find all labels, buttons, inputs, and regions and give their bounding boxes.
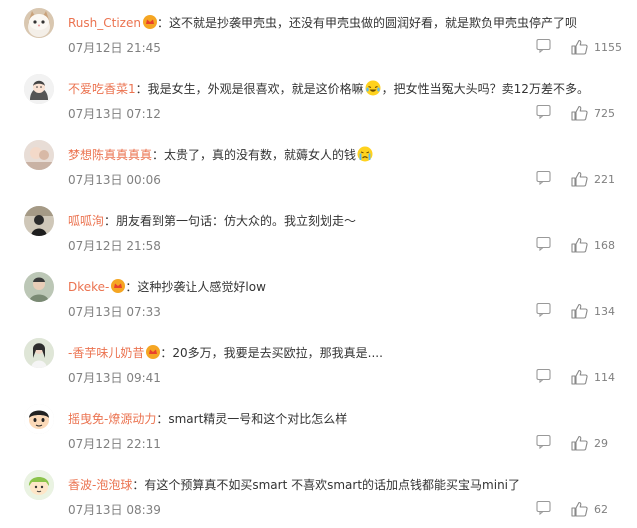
like-count: 1155 [594, 40, 622, 54]
comment-item: 摇曳免-燎源动力：smart精灵一号和这个对比怎么样 07月12日 22:11 … [0, 396, 637, 462]
cartoon-boy-avatar-icon [24, 404, 54, 434]
like-button[interactable]: 1155 [571, 38, 622, 56]
dark-figure-avatar-icon [24, 206, 54, 236]
vip-crown-icon [111, 279, 126, 293]
username-link[interactable]: Rush_Ctizen [68, 16, 141, 30]
girl-drawing-avatar-icon [24, 74, 54, 104]
like-button[interactable]: 114 [571, 368, 615, 386]
like-button[interactable]: 221 [571, 170, 615, 188]
cat-avatar-icon [24, 8, 54, 38]
thumbs-up-icon [571, 303, 588, 319]
comment-item: 梦想陈真真真真：太贵了，真的没有数，就薅女人的钱 07月13日 00:06 22… [0, 132, 637, 198]
comment-text: 我是女生，外观是很喜欢，就是这价格嘛 [147, 82, 364, 96]
reply-icon[interactable] [536, 500, 551, 515]
thumbs-up-icon [571, 369, 588, 385]
like-button[interactable]: 134 [571, 302, 615, 320]
thumbs-up-icon [571, 237, 588, 253]
like-button[interactable]: 29 [571, 434, 608, 452]
reply-icon[interactable] [536, 434, 551, 449]
thumbs-up-icon [571, 105, 588, 121]
reply-icon[interactable] [536, 38, 551, 53]
comment-text: 这种抄袭让人感觉好low [137, 280, 266, 294]
username-link[interactable]: -香芋味儿奶昔 [68, 346, 144, 360]
comment-time: 07月13日 00:06 [68, 173, 161, 187]
reply-icon[interactable] [536, 236, 551, 251]
username-link[interactable]: 梦想陈真真真真 [68, 148, 152, 162]
avatar[interactable] [24, 470, 54, 500]
vip-crown-icon [142, 15, 157, 29]
like-count: 114 [594, 370, 615, 384]
comment-item: -香芋味儿奶昔 ：20多万，我要是去买欧拉，那我真是.... 07月13日 09:… [0, 330, 637, 396]
like-count: 168 [594, 238, 615, 252]
comment-text-continued: ，把女性当冤大头吗？卖12万差不多。 [381, 82, 589, 96]
like-count: 725 [594, 106, 615, 120]
thumbs-up-icon [571, 435, 588, 451]
like-button[interactable]: 725 [571, 104, 615, 122]
like-button[interactable]: 62 [571, 500, 608, 518]
comment-time: 07月13日 07:12 [68, 107, 161, 121]
avatar[interactable] [24, 74, 54, 104]
photo-avatar-icon [24, 140, 54, 170]
crying-emoji [357, 146, 373, 162]
comment-text: 20多万，我要是去买欧拉，那我真是.... [172, 346, 383, 360]
comment-time: 07月12日 21:45 [68, 41, 161, 55]
cartoon-girl-avatar-icon [24, 470, 54, 500]
laughing-crying-emoji [365, 80, 381, 96]
thumbs-up-icon [571, 501, 588, 517]
thumbs-up-icon [571, 39, 588, 55]
comment-item: 香波-泡泡球：有这个预算真不如买smart 不喜欢smart的话加点钱都能买宝马… [0, 462, 637, 528]
avatar[interactable] [24, 272, 54, 302]
girl-photo-avatar-icon [24, 338, 54, 368]
comment-time: 07月12日 21:58 [68, 239, 161, 253]
comment-time: 07月13日 08:39 [68, 503, 161, 517]
reply-icon[interactable] [536, 104, 551, 119]
avatar[interactable] [24, 8, 54, 38]
username-link[interactable]: Dkeke- [68, 280, 109, 294]
comment-time: 07月12日 22:11 [68, 437, 161, 451]
username-link[interactable]: 摇曳免-燎源动力 [68, 412, 156, 426]
comment-item: 不爱吃香菜1：我是女生，外观是很喜欢，就是这价格嘛 ，把女性当冤大头吗？卖12万差… [0, 66, 637, 132]
comment-list: Rush_Ctizen ：这不就是抄袭甲壳虫，还没有甲壳虫做的圆润好看，就是欺负甲… [0, 0, 637, 520]
reply-icon[interactable] [536, 368, 551, 383]
comment-item: Dkeke- ：这种抄袭让人感觉好low 07月13日 07:33 134 [0, 264, 637, 330]
person-avatar-icon [24, 272, 54, 302]
reply-icon[interactable] [536, 170, 551, 185]
username-link[interactable]: 香波-泡泡球 [68, 478, 132, 492]
avatar[interactable] [24, 140, 54, 170]
like-count: 29 [594, 436, 608, 450]
comment-item: Rush_Ctizen ：这不就是抄袭甲壳虫，还没有甲壳虫做的圆润好看，就是欺负甲… [0, 0, 637, 66]
like-button[interactable]: 168 [571, 236, 615, 254]
username-link[interactable]: 不爱吃香菜1 [68, 82, 136, 96]
comment-time: 07月13日 09:41 [68, 371, 161, 385]
like-count: 134 [594, 304, 615, 318]
avatar[interactable] [24, 404, 54, 434]
reply-icon[interactable] [536, 302, 551, 317]
comment-text: 有这个预算真不如买smart 不喜欢smart的话加点钱都能买宝马mini了 [144, 478, 521, 492]
comment-text: 太贵了，真的没有数，就薅女人的钱 [164, 148, 357, 162]
username-link[interactable]: 呱呱洵 [68, 214, 104, 228]
comment-text: 这不就是抄袭甲壳虫，还没有甲壳虫做的圆润好看，就是欺负甲壳虫停产了呗 [168, 16, 577, 30]
comment-time: 07月13日 07:33 [68, 305, 161, 319]
vip-crown-icon [146, 345, 161, 359]
avatar[interactable] [24, 338, 54, 368]
like-count: 221 [594, 172, 615, 186]
avatar[interactable] [24, 206, 54, 236]
comment-text: smart精灵一号和这个对比怎么样 [168, 412, 348, 426]
comment-text: 朋友看到第一句话：仿大众的。我立刻划走～ [116, 214, 357, 228]
thumbs-up-icon [571, 171, 588, 187]
like-count: 62 [594, 502, 608, 516]
comment-item: 呱呱洵：朋友看到第一句话：仿大众的。我立刻划走～ 07月12日 21:58 16… [0, 198, 637, 264]
